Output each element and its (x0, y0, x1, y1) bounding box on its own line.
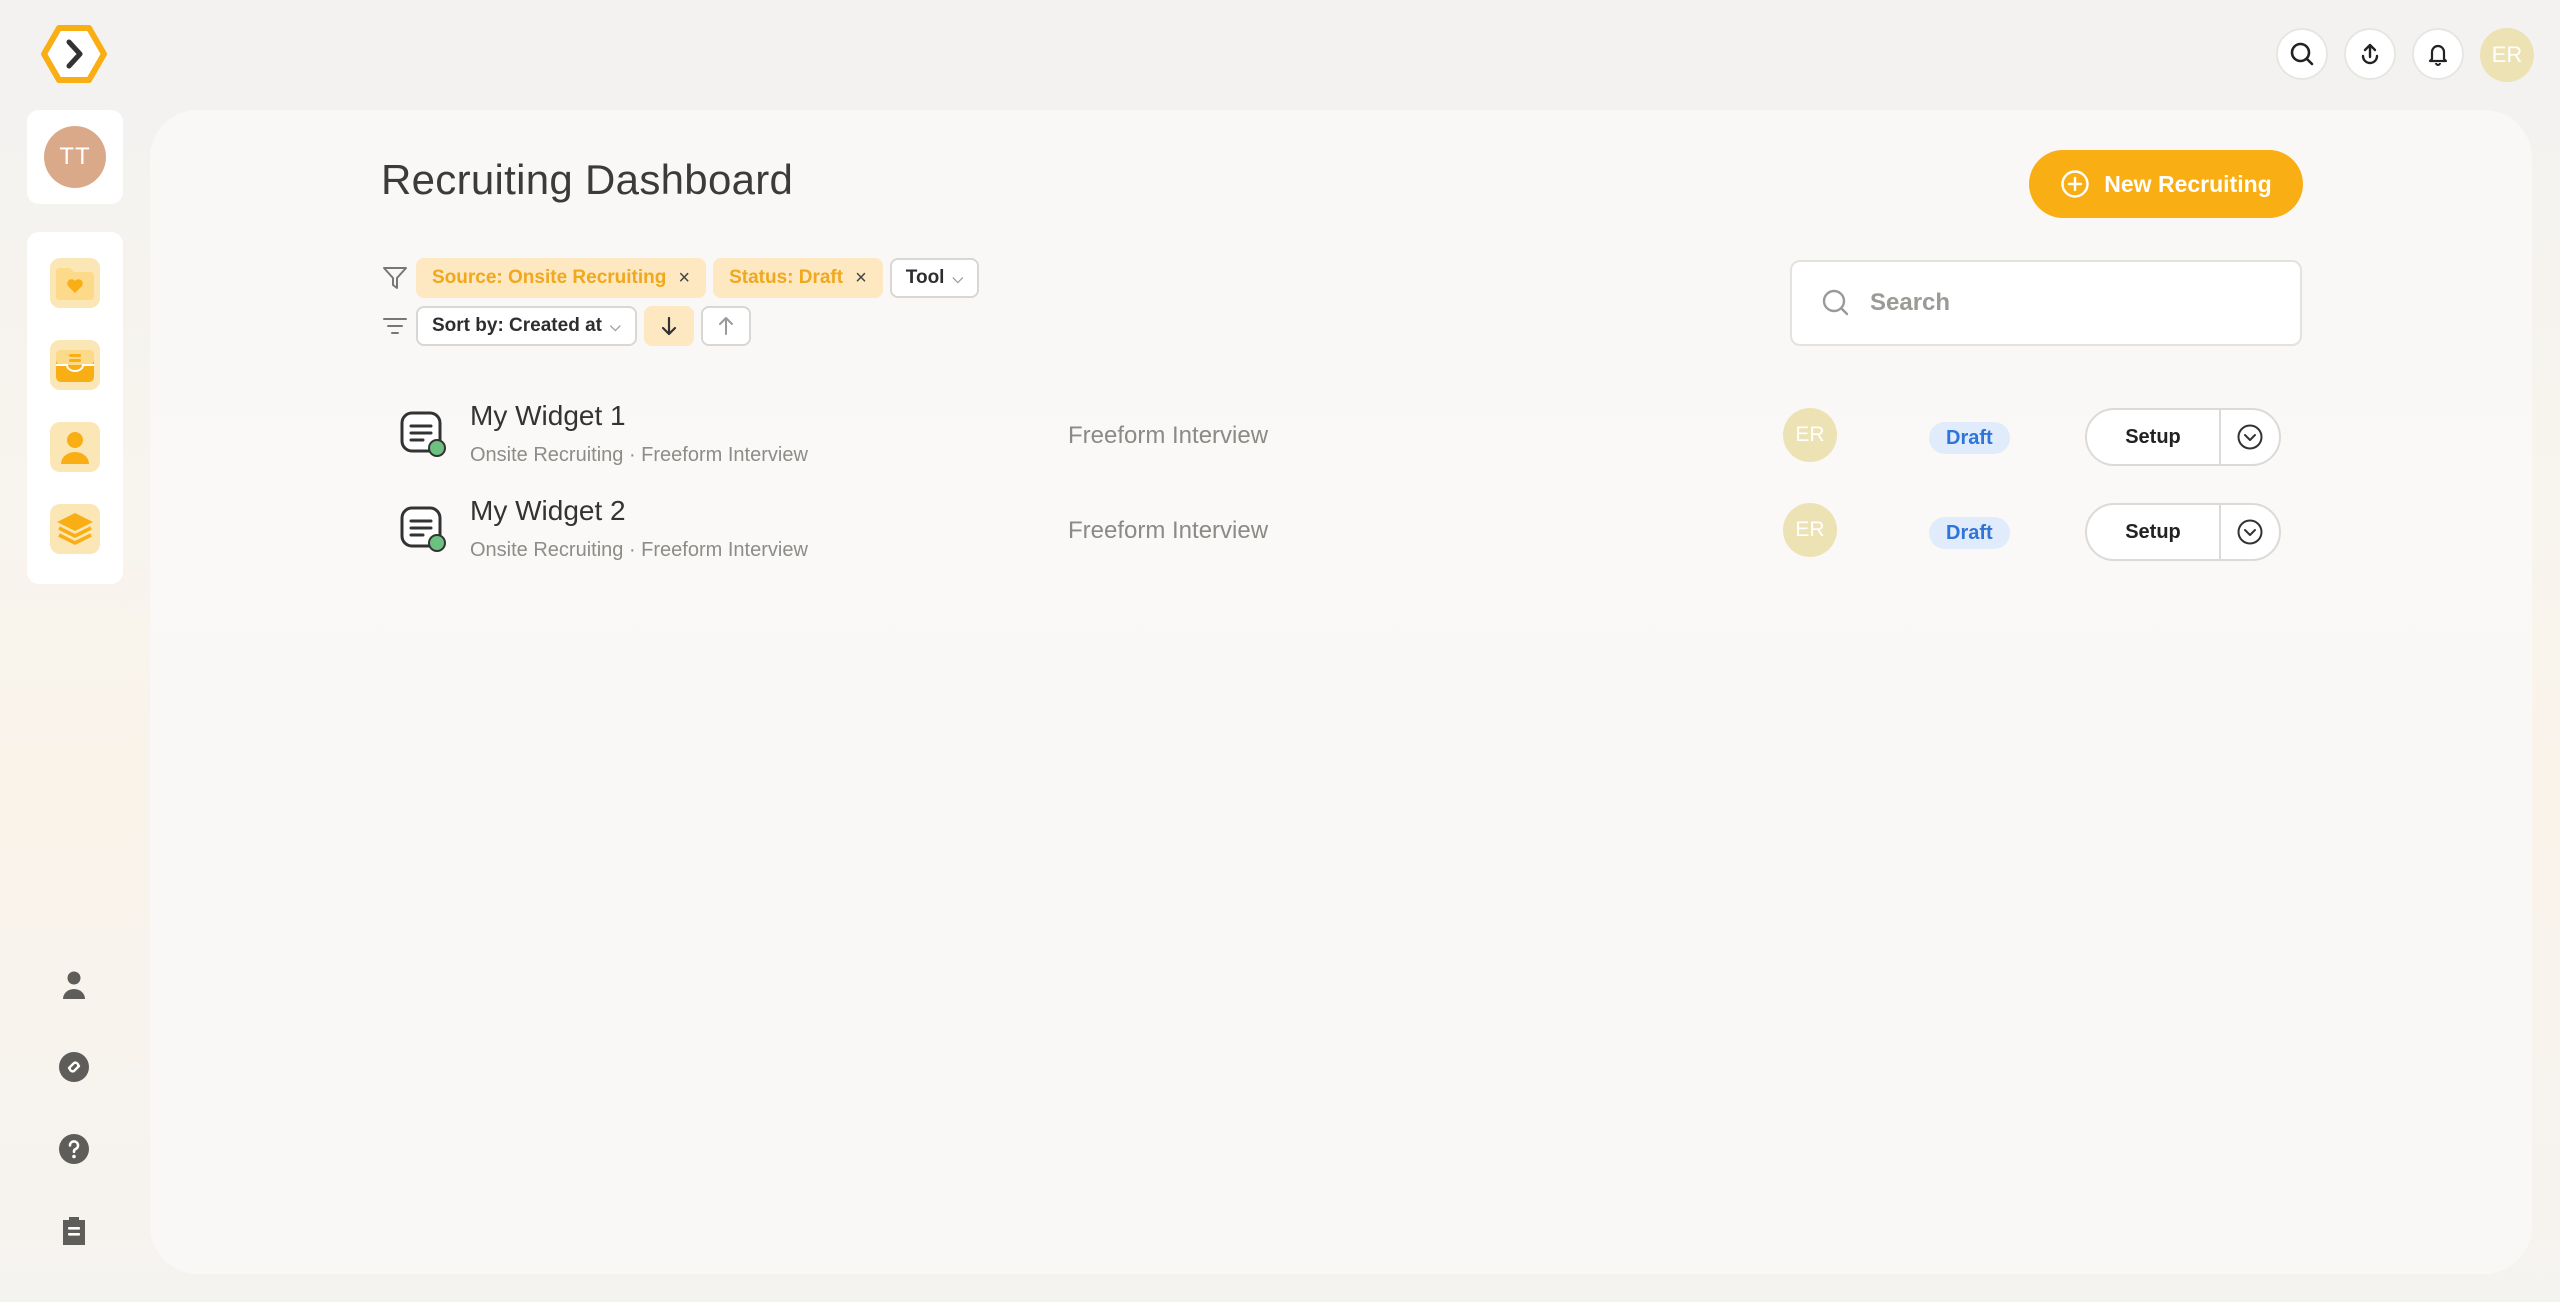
main-panel: Recruiting Dashboard New Recruiting Sour… (150, 110, 2532, 1274)
chevron-down-icon: ⌵ (952, 269, 964, 286)
filter-bar: Source: Onsite Recruiting × Status: Draf… (381, 258, 980, 298)
filter-icon[interactable] (381, 264, 409, 292)
workspace-card[interactable]: TT (27, 110, 123, 204)
plus-circle-icon (2060, 169, 2090, 199)
setup-button[interactable]: Setup (2087, 410, 2221, 464)
sidebar-item-integrations[interactable] (56, 1050, 92, 1084)
sidebar-item-library[interactable] (50, 504, 100, 554)
page-title: Recruiting Dashboard (381, 156, 794, 203)
arrow-up-icon (716, 315, 736, 337)
table-row[interactable]: My Widget 2 Onsite Recruiting · Freeform… (381, 489, 2281, 569)
sidebar-item-tasks[interactable] (56, 1214, 92, 1248)
upload-button[interactable] (2344, 28, 2396, 80)
chevron-down-icon: ⌵ (609, 317, 621, 334)
new-recruiting-button[interactable]: New Recruiting (2029, 150, 2303, 218)
row-type: Freeform Interview (1068, 422, 1269, 449)
folder-heart-icon (53, 263, 97, 303)
app-logo[interactable] (40, 22, 108, 86)
more-options-button[interactable] (2221, 410, 2279, 464)
sidebar-item-favorites[interactable] (50, 258, 100, 308)
close-icon[interactable]: × (678, 267, 690, 290)
sidebar-item-inbox[interactable] (50, 340, 100, 390)
tool-select-label: Tool (905, 267, 945, 288)
tool-select[interactable]: Tool ⌵ (889, 258, 980, 298)
search-button[interactable] (2276, 28, 2328, 80)
sort-select-label: Sort by: Created at (432, 315, 602, 336)
link-icon (58, 1051, 90, 1083)
row-actions: Setup (2085, 503, 2281, 561)
search-icon (1820, 287, 1852, 319)
row-title[interactable]: My Widget 2 (470, 495, 626, 527)
owner-avatar: ER (1783, 503, 1837, 557)
clipboard-icon (60, 1215, 88, 1247)
search-icon (2288, 40, 2316, 68)
sort-descending-button[interactable] (643, 306, 694, 346)
row-subtitle: Onsite Recruiting · Freeform Interview (470, 539, 808, 561)
upload-icon (2357, 41, 2383, 67)
chevron-down-circle-icon (2236, 423, 2264, 451)
sort-ascending-button[interactable] (700, 306, 751, 346)
more-options-button[interactable] (2221, 505, 2279, 559)
row-actions: Setup (2085, 408, 2281, 466)
top-actions: ER (2276, 28, 2534, 82)
user-avatar[interactable]: ER (2480, 28, 2534, 82)
row-type: Freeform Interview (1068, 517, 1269, 544)
chevron-down-circle-icon (2236, 518, 2264, 546)
owner-avatar: ER (1783, 408, 1837, 462)
stack-icon (53, 509, 97, 549)
sort-bar: Sort by: Created at ⌵ (381, 306, 751, 346)
sidebar-bottom-nav (50, 968, 98, 1248)
search-input[interactable] (1870, 289, 2270, 317)
status-badge: Draft (1929, 422, 2010, 454)
sidebar-item-profile[interactable] (56, 968, 92, 1002)
form-icon (399, 505, 447, 553)
setup-button[interactable]: Setup (2087, 505, 2221, 559)
sort-select[interactable]: Sort by: Created at ⌵ (416, 306, 637, 346)
sort-icon (381, 312, 409, 340)
user-icon (60, 969, 88, 1001)
help-icon (58, 1133, 90, 1165)
arrow-down-icon (659, 315, 679, 337)
sidebar-nav (27, 232, 123, 584)
search-box[interactable] (1790, 260, 2302, 346)
filter-chip-label: Status: Draft (729, 267, 844, 288)
filter-chip-source[interactable]: Source: Onsite Recruiting × (416, 258, 707, 298)
notifications-button[interactable] (2412, 28, 2464, 80)
new-recruiting-label: New Recruiting (2104, 170, 2272, 197)
person-icon (53, 427, 97, 467)
inbox-icon (53, 345, 97, 385)
workspace-avatar: TT (44, 126, 106, 188)
status-badge: Draft (1929, 517, 2010, 549)
close-icon[interactable]: × (855, 267, 867, 290)
row-subtitle: Onsite Recruiting · Freeform Interview (470, 444, 808, 466)
form-icon (399, 410, 447, 458)
row-title[interactable]: My Widget 1 (470, 400, 626, 432)
sidebar-item-candidates[interactable] (50, 422, 100, 472)
filter-chip-label: Source: Onsite Recruiting (432, 267, 667, 288)
filter-chip-status[interactable]: Status: Draft × (713, 258, 883, 298)
sidebar-item-help[interactable] (56, 1132, 92, 1166)
bell-icon (2425, 41, 2451, 67)
table-row[interactable]: My Widget 1 Onsite Recruiting · Freeform… (381, 394, 2281, 474)
